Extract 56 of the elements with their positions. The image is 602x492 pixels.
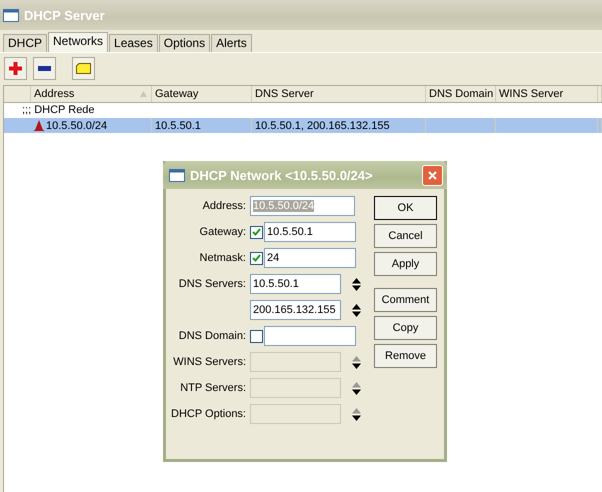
input-field[interactable]: 10.5.50.1 xyxy=(250,274,341,294)
table-cell: 10.5.50.1, 200.165.132.155 xyxy=(255,120,390,132)
window-icon xyxy=(169,168,185,182)
tab[interactable]: Options xyxy=(158,34,210,52)
window-icon xyxy=(3,8,19,22)
spinner-icon[interactable] xyxy=(352,382,361,394)
spinner-icon[interactable] xyxy=(352,408,361,420)
column-header[interactable]: Gateway xyxy=(152,86,252,102)
tab[interactable]: Leases xyxy=(109,34,158,52)
dialog-button[interactable]: Remove xyxy=(374,344,437,368)
spinner-icon[interactable] xyxy=(352,278,361,290)
cone-icon xyxy=(34,120,44,131)
field-label: NTP Servers: xyxy=(179,382,246,394)
dialog-button[interactable]: Apply xyxy=(374,252,437,276)
close-icon xyxy=(428,170,437,180)
input-field[interactable]: 24 xyxy=(264,248,356,268)
dialog-button[interactable]: Copy xyxy=(374,316,437,340)
field-label: Netmask: xyxy=(198,252,246,264)
comment-button[interactable] xyxy=(72,57,95,80)
plus-icon xyxy=(9,62,22,75)
column-header[interactable]: DNS Domain xyxy=(426,86,496,102)
field-label: Gateway: xyxy=(198,226,246,238)
input-field[interactable]: 200.165.132.155 xyxy=(250,300,341,320)
dialog-button[interactable]: OK xyxy=(374,196,437,220)
tab[interactable]: Networks xyxy=(48,32,108,52)
field-label: DNS Domain: xyxy=(178,330,246,342)
dialog-title: DHCP Network <10.5.50.0/24> xyxy=(190,168,374,182)
checkbox[interactable] xyxy=(250,252,263,264)
input-field[interactable]: 10.5.50.1 xyxy=(264,222,356,242)
checkbox[interactable] xyxy=(250,226,263,238)
window-title: DHCP Server xyxy=(24,8,105,22)
remove-button[interactable] xyxy=(33,57,56,80)
comment-row-text: ;;; DHCP Rede xyxy=(21,103,95,118)
column-header[interactable]: WINS Server xyxy=(496,86,598,102)
table-cell: 10.5.50.0/24 xyxy=(46,120,108,132)
field-label: WINS Servers: xyxy=(172,356,246,368)
checkbox[interactable] xyxy=(250,330,263,342)
input-field[interactable] xyxy=(264,326,356,346)
close-button[interactable] xyxy=(422,164,443,186)
add-button[interactable] xyxy=(4,57,27,80)
spinner-icon[interactable] xyxy=(352,304,361,316)
table-cell: 10.5.50.1 xyxy=(155,120,201,132)
note-icon xyxy=(76,63,91,74)
field-label: DNS Servers: xyxy=(178,278,246,290)
sort-icon xyxy=(140,91,147,97)
tab[interactable]: DHCP xyxy=(3,34,48,52)
column-header[interactable]: Address xyxy=(31,86,152,102)
field-label: DHCP Options: xyxy=(170,408,246,420)
table-row[interactable]: 10.5.50.0/24 10.5.50.1 10.5.50.1, 200.165.132.155 xyxy=(4,118,602,133)
dialog-button[interactable]: Comment xyxy=(374,288,437,312)
minus-icon xyxy=(38,66,51,71)
tab[interactable]: Alerts xyxy=(211,34,252,52)
dialog-button[interactable]: Cancel xyxy=(374,224,437,248)
field-label: Address: xyxy=(202,200,246,212)
spinner-icon[interactable] xyxy=(352,356,361,368)
column-header[interactable]: DNS Server xyxy=(252,86,426,102)
